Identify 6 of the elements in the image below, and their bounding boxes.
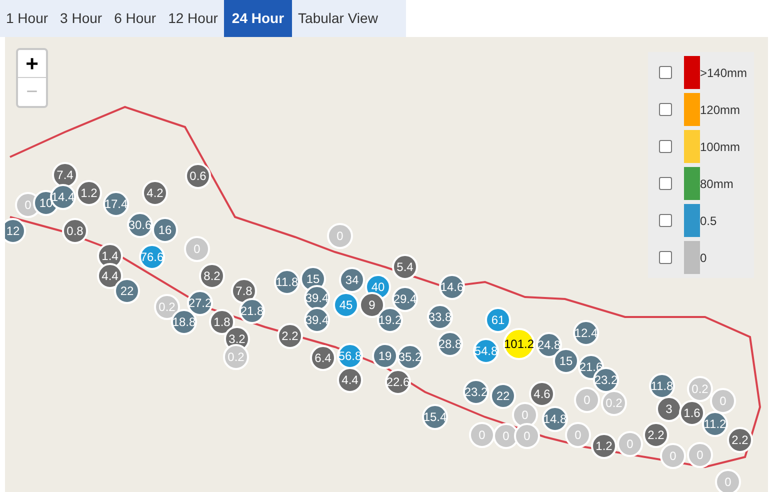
legend-label: 100mm — [700, 138, 740, 156]
legend-label: >140mm — [700, 64, 748, 82]
legend-label: 0 — [700, 250, 707, 266]
legend-label: 80mm — [700, 176, 734, 192]
legend-label: 0.5 — [700, 212, 717, 230]
legend-label: 120mm — [700, 102, 740, 118]
